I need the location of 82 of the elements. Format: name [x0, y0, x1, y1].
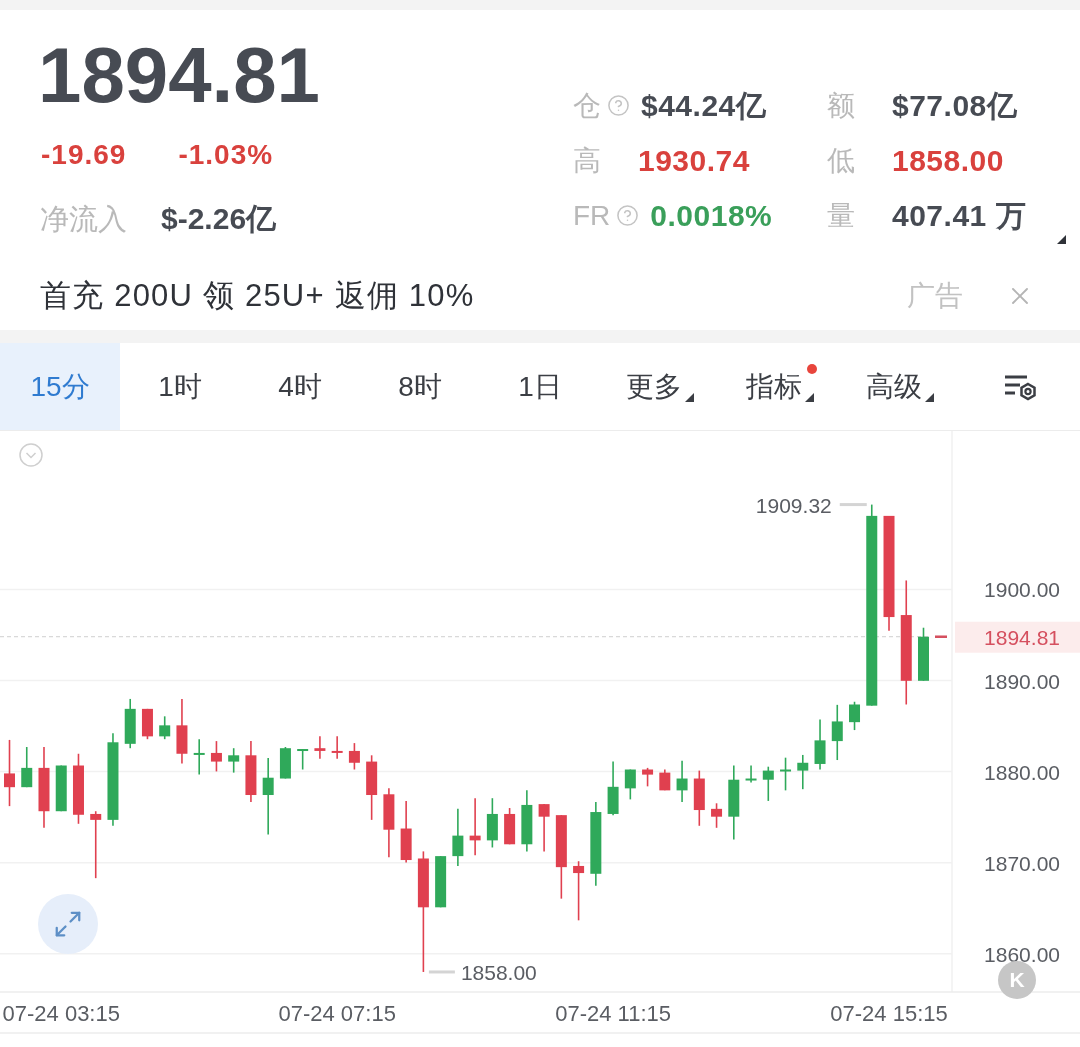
- time-axis-label: 07-24 11:15: [555, 1001, 671, 1026]
- diagonal-arrows-icon: [53, 909, 83, 939]
- candle: [435, 855, 447, 909]
- stat-label: 低: [827, 143, 855, 178]
- stat-value: 0.0018%: [650, 197, 773, 234]
- stat-label: 高: [573, 143, 601, 178]
- candle: [831, 704, 843, 761]
- candle: [538, 803, 550, 853]
- net-inflow-value: $-2.26亿: [161, 201, 277, 237]
- candle: [383, 787, 395, 859]
- candle: [918, 626, 929, 682]
- stat-value: 1930.74: [638, 142, 750, 179]
- stat-label: FR: [573, 198, 611, 233]
- candle: [676, 759, 688, 803]
- candle: [297, 748, 309, 771]
- last-price: 1894.81: [38, 36, 320, 114]
- candle: [193, 738, 205, 776]
- candle: [331, 735, 343, 760]
- time-axis-label: 07-24 03:15: [2, 1001, 120, 1026]
- candle: [400, 800, 412, 864]
- candle: [279, 746, 291, 780]
- candle: [780, 756, 792, 792]
- candle: [711, 802, 723, 829]
- candle: [141, 708, 153, 740]
- corner-triangle-icon[interactable]: [1057, 235, 1066, 244]
- candle: [314, 735, 326, 760]
- candle: [176, 698, 188, 765]
- ad-text: 首充 200U 领 25U+ 返佣 10%: [40, 278, 475, 314]
- ad-banner[interactable]: 首充 200U 领 25U+ 返佣 10% 广告: [0, 262, 1080, 330]
- ad-tag: 广告: [907, 279, 963, 313]
- candle: [642, 767, 654, 788]
- candle: [486, 797, 498, 849]
- price-axis-label: 1890.00: [984, 669, 1060, 693]
- time-axis-label: 07-24 07:15: [278, 1001, 396, 1026]
- candle: [607, 760, 619, 816]
- stat-value: $44.24亿: [641, 87, 767, 124]
- stat-label: 量: [827, 198, 855, 233]
- candle: [348, 742, 360, 771]
- stat-label: 额: [827, 88, 855, 123]
- candle: [90, 810, 102, 879]
- stat-value: 407.41 万: [892, 197, 1027, 234]
- candle: [21, 746, 33, 788]
- candle: [245, 740, 257, 803]
- candle: [693, 769, 705, 827]
- help-icon[interactable]: [607, 94, 630, 117]
- stat-value: 1858.00: [892, 142, 1004, 179]
- annotation: 1909.32: [755, 493, 832, 517]
- stat-label: 仓: [573, 88, 601, 123]
- price-change: -19.69: [41, 139, 127, 171]
- candle: [124, 698, 136, 749]
- candle: [452, 808, 464, 867]
- stat-value: $77.08亿: [892, 87, 1018, 124]
- candle: [4, 739, 15, 807]
- time-axis-label: 07-24 15:15: [830, 1001, 948, 1026]
- candle: [659, 768, 671, 792]
- candle: [228, 747, 240, 774]
- price-axis-label: 1880.00: [984, 760, 1060, 784]
- candle: [55, 764, 67, 812]
- candle: [624, 768, 636, 801]
- price-axis-label: 1900.00: [984, 578, 1060, 602]
- price-tick-mark: [935, 635, 947, 638]
- ref-line-label: 1894.81: [984, 625, 1060, 649]
- annotation: 1858.00: [460, 960, 537, 984]
- help-icon[interactable]: [616, 204, 640, 227]
- candle: [797, 754, 809, 790]
- candle: [159, 715, 171, 740]
- price-change-percent: -1.03%: [178, 139, 274, 171]
- interval-tab[interactable]: 15分: [0, 343, 120, 430]
- candle: [210, 740, 222, 773]
- candle: [504, 807, 516, 846]
- candle: [366, 754, 378, 821]
- candle: [762, 765, 774, 802]
- last-price-label: 1894.81: [955, 621, 1080, 653]
- price-axis-label: 1870.00: [984, 851, 1060, 875]
- chevron-down-icon[interactable]: [19, 443, 43, 467]
- candle: [521, 789, 533, 853]
- candle: [745, 764, 757, 784]
- candle: [469, 797, 481, 857]
- net-inflow-label: 净流入: [40, 202, 127, 237]
- candle: [573, 860, 585, 922]
- candle: [814, 718, 826, 771]
- candle: [849, 700, 860, 731]
